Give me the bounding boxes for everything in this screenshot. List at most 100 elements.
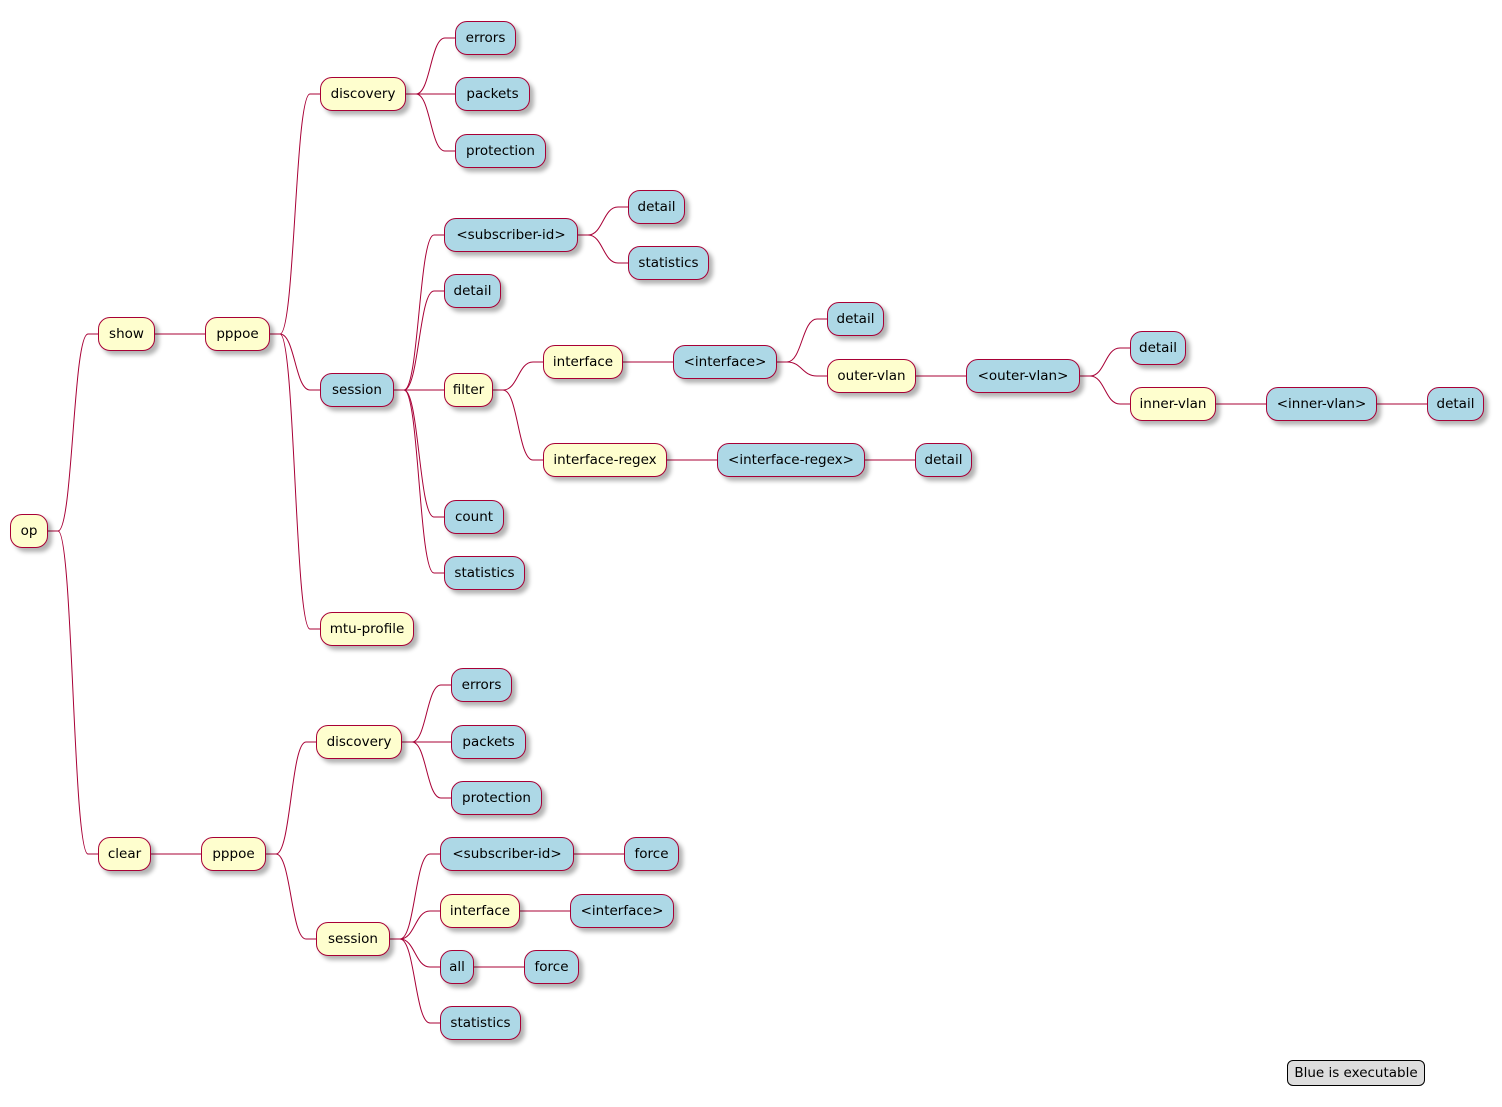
mindmap-node-detail: detail: [1130, 331, 1186, 365]
mindmap-node-filter: filter: [444, 373, 493, 407]
mindmap-node-inner-vlan: inner-vlan: [1130, 387, 1216, 421]
mindmap-node-discovery: discovery: [320, 77, 406, 111]
mindmap-node-protection: protection: [455, 134, 546, 168]
mindmap-node-force: force: [524, 950, 579, 984]
node-label: errors: [465, 30, 506, 46]
connector-line: [777, 361, 827, 377]
node-label: pppoe: [212, 846, 255, 862]
mindmap-node-outer-vlan: outer-vlan: [827, 359, 916, 393]
mindmap-node-protection: protection: [451, 781, 542, 815]
connector-line: [578, 234, 628, 264]
node-label: detail: [924, 452, 963, 468]
node-label: detail: [453, 283, 492, 299]
node-label: <interface-regex>: [728, 452, 854, 468]
connector-line: [390, 938, 440, 968]
mindmap-node-all: all: [440, 950, 474, 984]
connector-line: [390, 938, 440, 1024]
node-label: <subscriber-id>: [456, 227, 566, 243]
node-label: statistics: [454, 565, 515, 581]
mindmap-node-errors: errors: [451, 668, 512, 702]
connector-line: [390, 910, 440, 940]
connector-line: [493, 361, 543, 391]
node-label: errors: [461, 677, 502, 693]
mindmap-node-session: session: [316, 922, 390, 956]
mindmap-node-detail: detail: [444, 274, 501, 308]
mindmap-node-interface: interface: [440, 894, 520, 928]
mindmap-node-statistics: statistics: [444, 556, 525, 590]
connector-line: [270, 333, 320, 391]
mindmap-node-session: session: [320, 373, 394, 407]
connector-line: [266, 853, 316, 940]
mindmap-node-detail: detail: [628, 190, 685, 224]
node-label: <interface>: [580, 903, 664, 919]
node-label: detail: [1139, 340, 1177, 356]
node-label: mtu-profile: [329, 621, 405, 637]
mindmap-node-force: force: [624, 837, 679, 871]
connector-line: [394, 234, 444, 391]
node-label: pppoe: [216, 326, 259, 342]
mindmap-node-interface-regex: <interface-regex>: [717, 443, 865, 477]
mindmap-node-op: op: [10, 514, 48, 548]
connector-line: [394, 389, 444, 518]
connector-layer: [48, 37, 1427, 1024]
node-label: outer-vlan: [837, 368, 906, 384]
connector-line: [48, 333, 98, 532]
connector-line: [1080, 347, 1130, 377]
node-label: show: [109, 326, 144, 342]
connector-line: [406, 37, 455, 95]
node-label: <inner-vlan>: [1276, 396, 1367, 412]
node-label: detail: [637, 199, 676, 215]
node-label: interface: [552, 354, 614, 370]
mindmap-node-interface-regex: interface-regex: [543, 443, 667, 477]
legend: Blue is executable: [1287, 1060, 1425, 1086]
node-label: packets: [466, 86, 519, 102]
node-label: interface: [449, 903, 511, 919]
connector-line: [777, 318, 827, 363]
mindmap-node-subscriber-id: <subscriber-id>: [440, 837, 574, 871]
node-label: force: [534, 959, 569, 975]
connector-line: [48, 530, 98, 855]
connector-line: [394, 290, 444, 391]
node-label: <interface>: [683, 354, 767, 370]
node-label: protection: [466, 143, 535, 159]
mindmap-node-interface: <interface>: [570, 894, 674, 928]
connector-line: [394, 389, 444, 574]
connector-line: [402, 741, 451, 799]
connector-line: [270, 93, 320, 335]
node-label: inner-vlan: [1139, 396, 1207, 412]
mindmap-node-show: show: [98, 317, 155, 351]
node-label: interface-regex: [553, 452, 657, 468]
legend-text: Blue is executable: [1294, 1065, 1418, 1081]
mindmap-node-clear: clear: [98, 837, 151, 871]
connector-line: [390, 853, 440, 940]
mindmap-node-statistics: statistics: [440, 1006, 521, 1040]
node-label: detail: [1436, 396, 1475, 412]
mindmap-node-detail: detail: [827, 302, 884, 336]
mindmap-node-statistics: statistics: [628, 246, 709, 280]
node-label: discovery: [326, 734, 392, 750]
node-label: op: [20, 523, 38, 539]
node-label: filter: [452, 382, 485, 398]
mindmap-node-packets: packets: [455, 77, 530, 111]
mindmap-node-subscriber-id: <subscriber-id>: [444, 218, 578, 252]
node-label: packets: [462, 734, 515, 750]
node-label: count: [454, 509, 494, 525]
connector-line: [578, 206, 628, 236]
connector-line: [493, 389, 543, 461]
node-label: all: [449, 959, 465, 975]
mindmap-node-packets: packets: [451, 725, 526, 759]
connector-line: [402, 684, 451, 743]
mindmap-node-interface: interface: [543, 345, 623, 379]
mindmap-node-detail: detail: [1427, 387, 1484, 421]
connector-line: [1080, 375, 1130, 405]
mindmap-node-detail: detail: [915, 443, 972, 477]
connector-line: [266, 741, 316, 855]
node-label: discovery: [330, 86, 396, 102]
node-label: statistics: [638, 255, 699, 271]
mindmap-node-pppoe: pppoe: [205, 317, 270, 351]
mindmap-node-outer-vlan: <outer-vlan>: [966, 359, 1080, 393]
mindmap-node-discovery: discovery: [316, 725, 402, 759]
mindmap-node-interface: <interface>: [673, 345, 777, 379]
mindmap-node-count: count: [444, 500, 504, 534]
node-label: clear: [107, 846, 142, 862]
